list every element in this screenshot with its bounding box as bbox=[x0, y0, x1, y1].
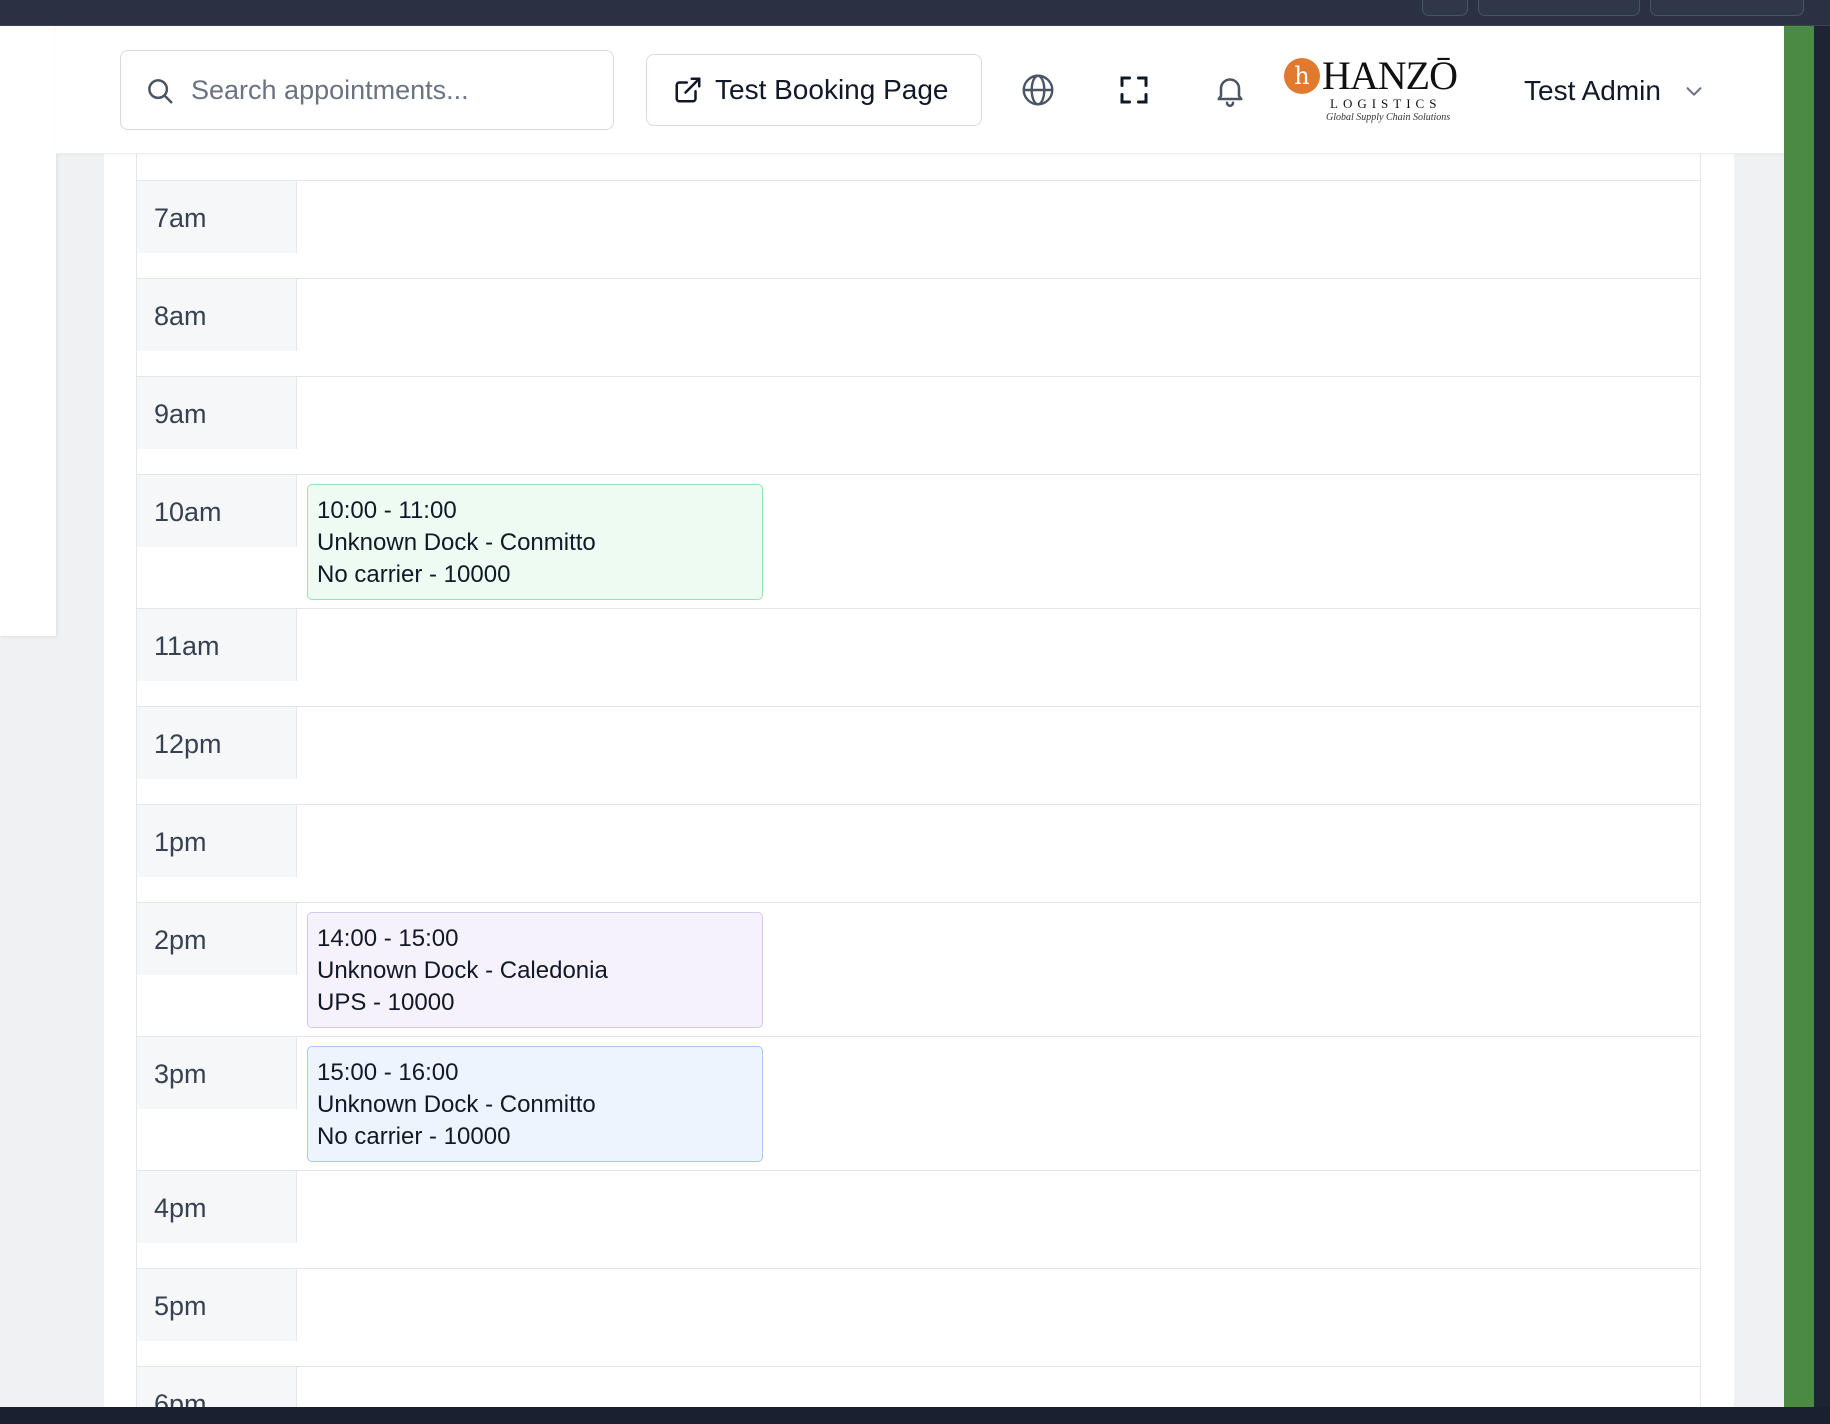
logo-brand: HANZŌ bbox=[1322, 53, 1458, 98]
logo-subtitle: LOGISTICS bbox=[1330, 96, 1442, 111]
browser-tab[interactable] bbox=[1422, 0, 1468, 16]
external-link-icon bbox=[675, 77, 701, 103]
event-time: 10:00 - 11:00 bbox=[317, 497, 457, 524]
hour-label: 8am bbox=[137, 279, 297, 351]
event-dock: Unknown Dock - Caledonia bbox=[317, 957, 608, 984]
top-bar: Test Booking Page h HANZŌ LOGISTICS Glob… bbox=[56, 26, 1784, 154]
hour-label: 9am bbox=[137, 377, 297, 449]
hour-row[interactable]: 5pm bbox=[137, 1268, 1700, 1366]
event-carrier: No carrier - 10000 bbox=[317, 561, 511, 588]
browser-tab[interactable] bbox=[1650, 0, 1804, 16]
fullscreen-icon[interactable] bbox=[1116, 72, 1152, 108]
event-time: 14:00 - 15:00 bbox=[317, 925, 459, 952]
event-time: 15:00 - 16:00 bbox=[317, 1059, 459, 1086]
hour-row[interactable]: 12pm bbox=[137, 706, 1700, 804]
globe-icon[interactable] bbox=[1020, 72, 1056, 108]
browser-tab-strip bbox=[0, 0, 1830, 26]
event-dock: Unknown Dock - Conmitto bbox=[317, 1091, 596, 1118]
hour-label: 6pm bbox=[137, 1367, 297, 1407]
hour-label: 2pm bbox=[137, 903, 297, 975]
hour-row[interactable]: 9am bbox=[137, 376, 1700, 474]
search-input[interactable] bbox=[191, 65, 591, 115]
logo-tagline: Global Supply Chain Solutions bbox=[1326, 112, 1451, 123]
test-booking-page-button[interactable]: Test Booking Page bbox=[646, 54, 982, 126]
hour-row[interactable]: 3pm 15:00 - 16:00 Unknown Dock - Conmitt… bbox=[137, 1036, 1700, 1170]
event-carrier: UPS - 10000 bbox=[317, 989, 455, 1016]
window-bottom-edge bbox=[0, 1407, 1830, 1424]
chevron-down-icon bbox=[1686, 87, 1702, 96]
hour-row[interactable]: 6pm bbox=[137, 1366, 1700, 1407]
appointment-event[interactable]: 14:00 - 15:00 Unknown Dock - Caledonia U… bbox=[307, 912, 763, 1028]
hour-label: 12pm bbox=[137, 707, 297, 779]
event-dock: Unknown Dock - Conmitto bbox=[317, 529, 596, 556]
user-menu[interactable]: Test Admin bbox=[1524, 66, 1705, 116]
appointment-event[interactable]: 15:00 - 16:00 Unknown Dock - Conmitto No… bbox=[307, 1046, 763, 1162]
logo-mark-icon: h bbox=[1284, 58, 1320, 94]
company-logo: h HANZŌ LOGISTICS Global Supply Chain So… bbox=[1284, 53, 1460, 128]
search-box[interactable] bbox=[120, 50, 614, 130]
hour-row[interactable]: 2pm 14:00 - 15:00 Unknown Dock - Caledon… bbox=[137, 902, 1700, 1036]
hour-row[interactable]: 11am bbox=[137, 608, 1700, 706]
left-side-panel bbox=[0, 26, 56, 636]
hour-label: 5pm bbox=[137, 1269, 297, 1341]
user-name: Test Admin bbox=[1524, 75, 1661, 106]
hour-label: 4pm bbox=[137, 1171, 297, 1243]
hour-label: 7am bbox=[137, 181, 297, 253]
hour-label: 10am bbox=[137, 475, 297, 547]
side-accent-strip bbox=[1784, 26, 1814, 1407]
hour-row[interactable]: 10am 10:00 - 11:00 Unknown Dock - Conmit… bbox=[137, 474, 1700, 608]
hour-row[interactable]: 8am bbox=[137, 278, 1700, 376]
hour-label: 11am bbox=[137, 609, 297, 681]
test-booking-page-label: Test Booking Page bbox=[715, 74, 949, 105]
appointment-event[interactable]: 10:00 - 11:00 Unknown Dock - Conmitto No… bbox=[307, 484, 763, 600]
event-carrier: No carrier - 10000 bbox=[317, 1123, 511, 1150]
app-viewport: 7am 8am 9am 10am 10:00 - 11:00 Unknown D… bbox=[0, 26, 1784, 1407]
hour-label: 3pm bbox=[137, 1037, 297, 1109]
browser-tab[interactable] bbox=[1478, 0, 1640, 16]
hour-row[interactable]: 4pm bbox=[137, 1170, 1700, 1268]
hour-row[interactable]: 1pm bbox=[137, 804, 1700, 902]
window-edge bbox=[1814, 26, 1830, 1407]
search-icon bbox=[148, 79, 173, 104]
day-calendar: 7am 8am 9am 10am 10:00 - 11:00 Unknown D… bbox=[136, 26, 1701, 1407]
hour-row[interactable]: 7am bbox=[137, 180, 1700, 278]
bell-icon[interactable] bbox=[1212, 72, 1248, 108]
hour-label: 1pm bbox=[137, 805, 297, 877]
